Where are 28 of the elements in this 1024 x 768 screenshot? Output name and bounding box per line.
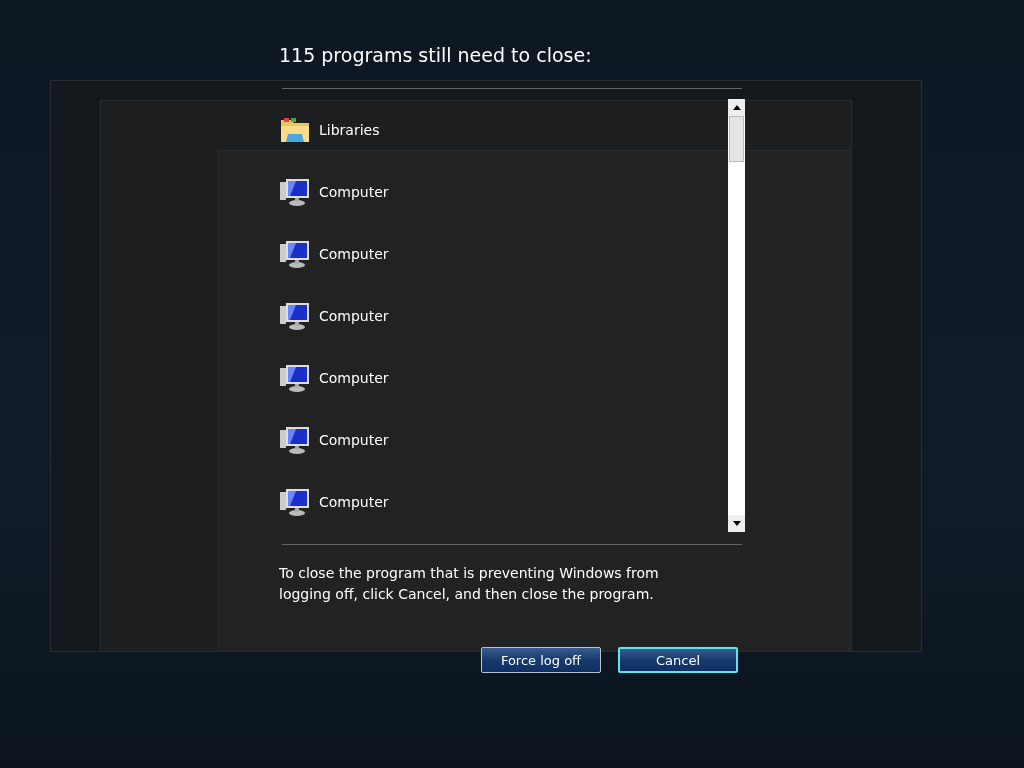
program-item[interactable]: Computer [279,471,728,533]
instruction-text: To close the program that is preventing Windows from logging off, click Cancel, and then close the program. [279,564,660,604]
program-name: Computer [319,308,389,324]
computer-icon [279,300,311,332]
program-item[interactable]: Computer [279,347,728,409]
program-name: Computer [319,370,389,386]
program-name: Libraries [319,122,380,138]
computer-icon [279,176,311,208]
program-item[interactable]: Computer [279,285,728,347]
cancel-button[interactable]: Cancel [618,647,738,673]
program-item[interactable]: Libraries [279,99,728,161]
computer-icon [279,486,311,518]
program-item[interactable]: Computer [279,409,728,471]
scrollbar[interactable] [728,99,745,532]
scroll-up-icon[interactable] [728,99,745,116]
program-name: Computer [319,184,389,200]
force-log-off-button[interactable]: Force log off [481,647,601,673]
program-item[interactable]: Computer [279,223,728,285]
program-name: Computer [319,432,389,448]
program-name: Computer [319,494,389,510]
scroll-down-icon[interactable] [728,515,745,532]
computer-icon [279,362,311,394]
program-name: Computer [319,246,389,262]
computer-icon [279,238,311,270]
scroll-thumb[interactable] [729,116,744,162]
dialog-title: 115 programs still need to close: [279,44,593,68]
program-item[interactable]: Computer [279,161,728,223]
computer-icon [279,424,311,456]
